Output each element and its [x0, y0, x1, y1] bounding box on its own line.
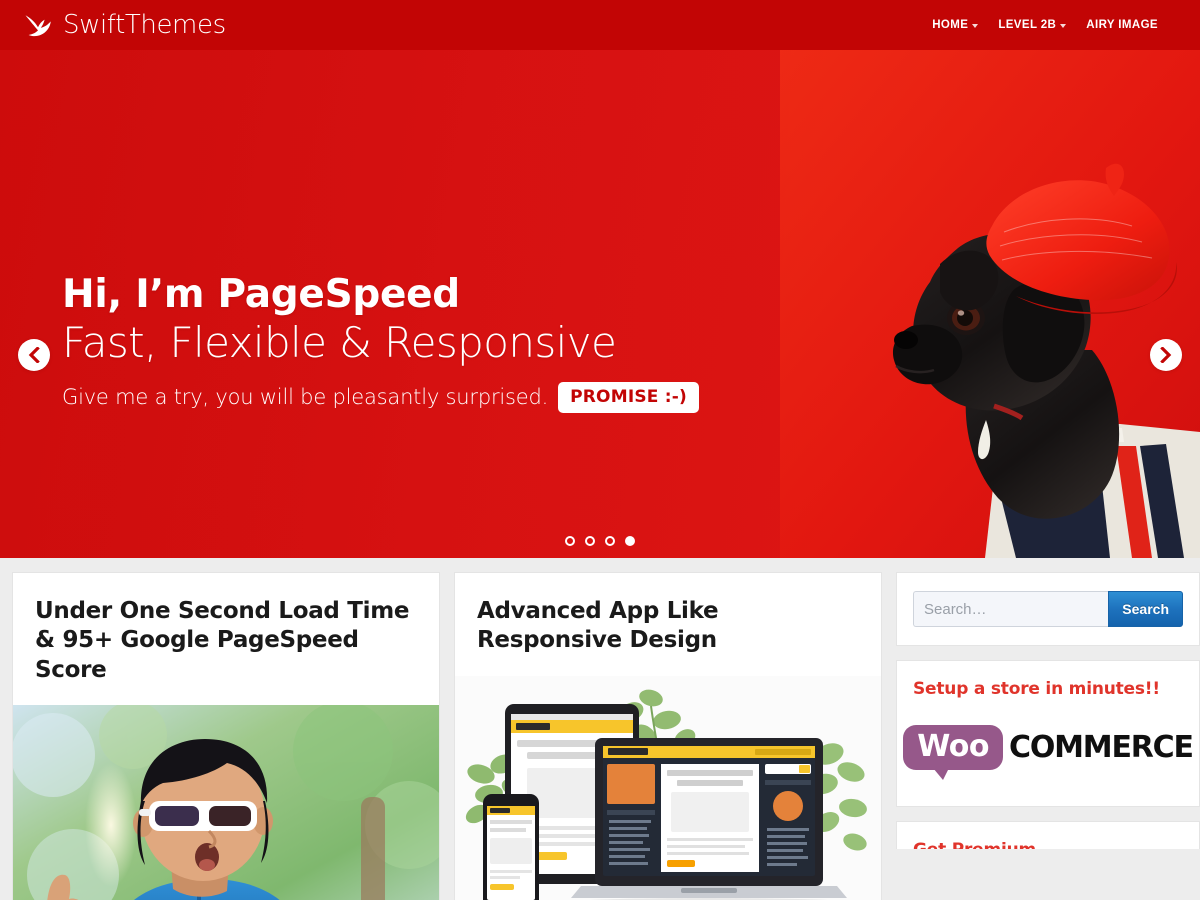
site-logo[interactable]: SwiftThemes	[24, 12, 226, 38]
hero-subtitle: Fast, Flexible & Responsive	[62, 318, 617, 368]
woocommerce-logo[interactable]: Woo COMMERCE	[903, 725, 1194, 788]
chevron-down-icon	[1060, 24, 1067, 28]
post-card-1-title[interactable]: Under One Second Load Time & 95+ Google …	[13, 573, 439, 705]
sidebar: Search Setup a store in minutes!! Woo CO…	[896, 572, 1200, 849]
woocommerce-widget-title: Setup a store in minutes!!	[913, 679, 1160, 699]
woocommerce-bubble-icon: Woo	[903, 725, 1004, 780]
content-column-left: Under One Second Load Time & 95+ Google …	[12, 572, 440, 900]
search-input[interactable]	[913, 591, 1109, 627]
next-widget-title: Get Premium	[913, 840, 1183, 849]
next-widget-partial: Get Premium	[896, 821, 1200, 849]
hero-description-row: Give me a try, you will be pleasantly su…	[62, 381, 742, 413]
nav-item-level-2b[interactable]: LEVEL 2B	[998, 19, 1067, 31]
post-card-2-title[interactable]: Advanced App Like Responsive Design	[455, 573, 881, 676]
hero-description: Give me a try, you will be pleasantly su…	[62, 384, 549, 409]
search-form: Search	[913, 591, 1183, 627]
hero-pagination-dots	[0, 536, 1200, 546]
main-navigation: HOME LEVEL 2B AIRY IMAGE	[932, 19, 1180, 31]
nav-item-home-label: HOME	[932, 19, 969, 31]
chevron-down-icon	[972, 24, 979, 28]
nav-item-home[interactable]: HOME	[932, 19, 979, 31]
search-widget: Search	[896, 572, 1200, 646]
hero-dot-1[interactable]	[565, 536, 575, 546]
nav-item-airy-image[interactable]: AIRY IMAGE	[1086, 19, 1158, 31]
nav-item-airy-image-label: AIRY IMAGE	[1086, 19, 1158, 31]
woocommerce-logo-woo: Woo	[917, 729, 990, 764]
swift-bird-icon	[24, 12, 54, 38]
hero-title: Hi, I’m PageSpeed	[62, 272, 460, 317]
chevron-right-icon	[1159, 347, 1173, 363]
post-card-1: Under One Second Load Time & 95+ Google …	[12, 572, 440, 900]
content-column-middle: Advanced App Like Responsive Design	[454, 572, 882, 900]
chevron-left-icon	[27, 347, 41, 363]
post-card-2: Advanced App Like Responsive Design	[454, 572, 882, 900]
hero-dot-3[interactable]	[605, 536, 615, 546]
site-header: SwiftThemes HOME LEVEL 2B AIRY IMAGE	[0, 0, 1200, 50]
post-card-2-image[interactable]	[455, 675, 881, 900]
hero-caption: Hi, I’m PageSpeed Fast, Flexible & Respo…	[62, 272, 742, 413]
hero-next-button[interactable]	[1150, 339, 1182, 371]
hero-dot-2[interactable]	[585, 536, 595, 546]
hero-prev-button[interactable]	[18, 339, 50, 371]
search-button[interactable]: Search	[1108, 591, 1183, 627]
page-content: Under One Second Load Time & 95+ Google …	[0, 558, 1200, 900]
nav-item-level-2b-label: LEVEL 2B	[998, 19, 1057, 31]
woocommerce-widget: Setup a store in minutes!! Woo COMMERCE	[896, 660, 1200, 807]
hero-slider: Hi, I’m PageSpeed Fast, Flexible & Respo…	[0, 50, 1200, 558]
hero-promise-button[interactable]: PROMISE :-)	[558, 381, 699, 413]
brand-name: SwiftThemes	[63, 10, 226, 40]
woocommerce-logo-commerce: COMMERCE	[1009, 729, 1194, 765]
hero-dot-4[interactable]	[625, 536, 635, 546]
hero-pug-photo	[780, 50, 1200, 558]
post-card-1-image[interactable]	[13, 705, 439, 900]
